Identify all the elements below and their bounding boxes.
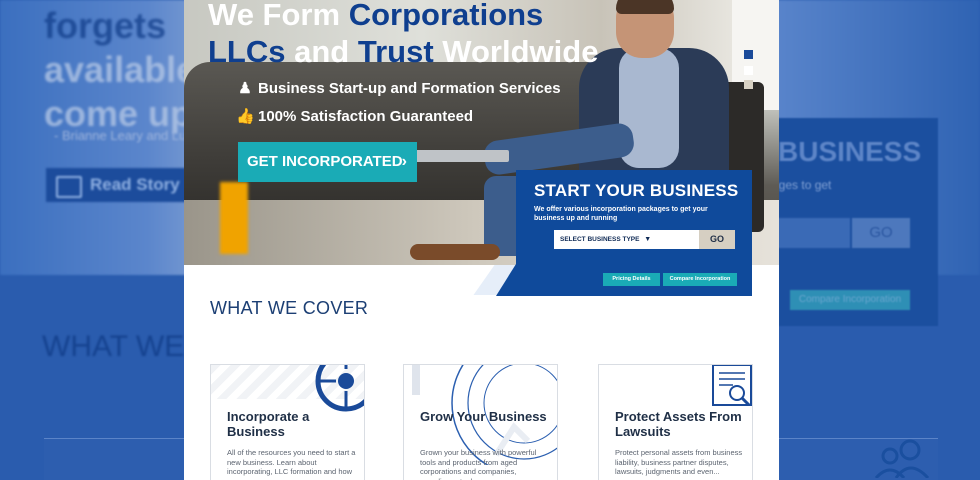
business-type-select[interactable]: SELECT BUSINESS TYPE ▼ bbox=[554, 230, 699, 249]
service-card-grow[interactable]: Grow Your Business Grown your business w… bbox=[403, 364, 558, 480]
card-description: Grown your business with powerful tools … bbox=[420, 448, 537, 480]
card-description: Protect personal assets from business li… bbox=[615, 448, 743, 476]
thumbs-up-icon: 👍 bbox=[236, 108, 255, 125]
hero-headline: We Form Corporations LLCs and Trust Worl… bbox=[208, 0, 599, 69]
card-description: All of the resources you need to start a… bbox=[227, 448, 356, 480]
briefcase-person-icon: ♟ bbox=[238, 80, 252, 97]
background-quote-author: - Brianne Leary and Lu bbox=[54, 128, 187, 143]
go-button[interactable]: GO bbox=[699, 230, 735, 249]
start-business-title: START YOUR BUSINESS bbox=[534, 181, 739, 200]
get-incorporated-button[interactable]: GET INCORPORATED › bbox=[238, 142, 417, 182]
section-title: WHAT WE COVER bbox=[210, 298, 369, 318]
background-read-story-button: Read Story bbox=[46, 168, 186, 202]
people-icon bbox=[874, 439, 930, 478]
background-quote-text: forgets available come up bbox=[44, 5, 197, 134]
main-page: We Form Corporations LLCs and Trust Worl… bbox=[184, 0, 779, 480]
chevron-right-icon: › bbox=[401, 153, 407, 170]
service-card-incorporate[interactable]: Incorporate a Business All of the resour… bbox=[210, 364, 365, 480]
start-business-panel: START YOUR BUSINESS We offer various inc… bbox=[496, 170, 752, 296]
background-start-panel: BUSINESS ages to get GO Compare Incorpor… bbox=[760, 118, 938, 326]
compare-incorporation-button[interactable]: Compare Incorporation bbox=[663, 273, 737, 286]
service-card-protect[interactable]: Protect Assets From Lawsuits Protect per… bbox=[598, 364, 753, 480]
feature-item: ♟ Business Start-up and Formation Servic… bbox=[236, 78, 560, 106]
feature-list: ♟ Business Start-up and Formation Servic… bbox=[236, 78, 561, 134]
feature-item: 👍 100% Satisfaction Guaranteed bbox=[236, 108, 474, 125]
caret-down-icon: ▼ bbox=[644, 236, 652, 243]
pricing-details-button[interactable]: Pricing Details bbox=[603, 273, 660, 286]
document-search-icon bbox=[712, 365, 752, 407]
card-title: Incorporate a Business bbox=[227, 409, 310, 439]
card-title: Protect Assets From Lawsuits bbox=[615, 409, 742, 439]
start-business-subtitle: We offer various incorporation packages … bbox=[534, 206, 708, 222]
card-title: Grow Your Business bbox=[420, 409, 547, 424]
